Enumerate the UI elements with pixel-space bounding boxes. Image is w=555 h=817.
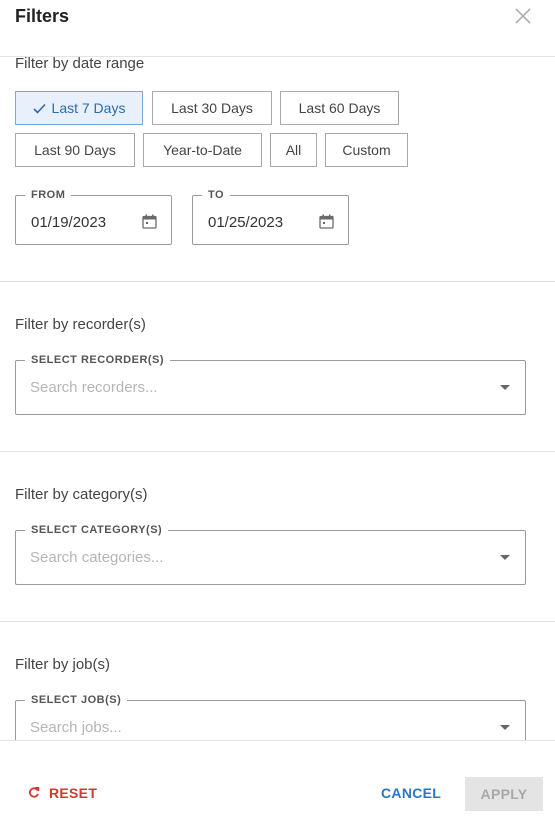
job-label: Filter by job(s) — [15, 656, 111, 673]
to-date-value: 01/25/2023 — [208, 214, 284, 231]
chip-custom[interactable]: Custom — [325, 133, 408, 167]
chip-last-30-days[interactable]: Last 30 Days — [152, 91, 272, 125]
calendar-icon[interactable] — [319, 214, 334, 234]
from-legend: FROM — [25, 188, 72, 202]
chip-label: Custom — [342, 142, 391, 158]
dropdown-arrow-icon[interactable] — [500, 555, 510, 560]
chip-last-90-days[interactable]: Last 90 Days — [15, 133, 135, 167]
category-search-input[interactable] — [30, 549, 450, 566]
dialog-footer: RESET CANCEL APPLY — [0, 742, 555, 817]
chip-label: Last 30 Days — [171, 100, 253, 116]
job-legend: SELECT JOB(S) — [25, 693, 128, 707]
chip-year-to-date[interactable]: Year-to-Date — [143, 133, 262, 167]
date-range-label: Filter by date range — [15, 57, 145, 72]
close-icon[interactable] — [513, 6, 533, 26]
section-divider — [0, 451, 555, 452]
chip-last-7-days[interactable]: Last 7 Days — [15, 91, 143, 125]
category-label: Filter by category(s) — [15, 486, 148, 503]
refresh-icon — [29, 787, 40, 798]
section-divider — [0, 621, 555, 622]
calendar-icon[interactable] — [142, 214, 157, 234]
dropdown-arrow-icon[interactable] — [500, 385, 510, 390]
reset-button[interactable]: RESET — [28, 785, 97, 801]
recorder-select[interactable]: SELECT RECORDER(S) — [15, 353, 526, 415]
job-select[interactable]: SELECT JOB(S) — [15, 693, 526, 740]
chip-label: Last 60 Days — [298, 100, 381, 116]
chip-label: All — [285, 142, 302, 158]
from-date-value: 01/19/2023 — [31, 214, 107, 231]
chip-last-60-days[interactable]: Last 60 Days — [280, 91, 399, 125]
category-legend: SELECT CATEGORY(S) — [25, 523, 169, 537]
apply-button[interactable]: APPLY — [465, 777, 543, 811]
from-date-field[interactable]: FROM 01/19/2023 — [15, 188, 172, 245]
chip-label: Last 7 Days — [51, 100, 126, 116]
to-date-field[interactable]: TO 01/25/2023 — [192, 188, 349, 245]
category-select[interactable]: SELECT CATEGORY(S) — [15, 523, 526, 585]
job-search-input[interactable] — [30, 719, 450, 736]
recorder-legend: SELECT RECORDER(S) — [25, 353, 171, 367]
chip-label: Last 90 Days — [34, 142, 116, 158]
check-icon — [32, 103, 46, 114]
section-divider — [0, 281, 555, 282]
cancel-button[interactable]: CANCEL — [381, 785, 441, 801]
chip-all[interactable]: All — [270, 133, 317, 167]
reset-label: RESET — [49, 785, 98, 801]
recorder-search-input[interactable] — [30, 379, 450, 396]
recorder-label: Filter by recorder(s) — [15, 316, 146, 333]
filters-body[interactable]: Filter by date range Last 7 Days Last 30… — [0, 57, 555, 741]
dropdown-arrow-icon[interactable] — [500, 725, 510, 730]
chip-label: Year-to-Date — [163, 142, 242, 158]
to-legend: TO — [202, 188, 231, 202]
filters-header: Filters — [0, 0, 555, 57]
dialog-title: Filters — [15, 6, 70, 26]
